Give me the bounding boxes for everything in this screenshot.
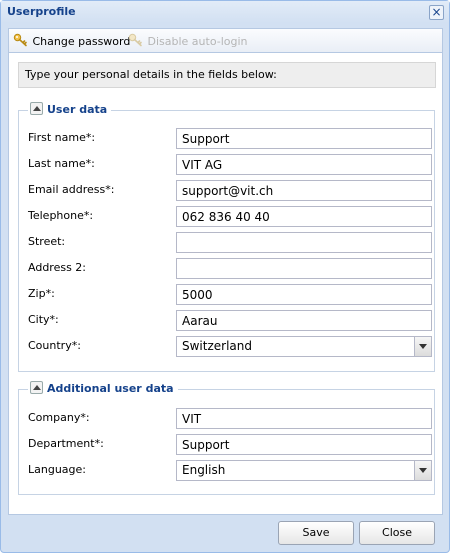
- language-label: Language:: [28, 463, 86, 476]
- language-row: Language: English: [28, 460, 432, 481]
- intro-text: Type your personal details in the fields…: [18, 62, 436, 88]
- first-name-row: First name*:: [28, 128, 432, 149]
- close-icon[interactable]: ×: [429, 5, 444, 20]
- telephone-field[interactable]: [176, 206, 432, 227]
- city-label: City*:: [28, 313, 59, 326]
- user-data-fieldset: User data First name*: Last name*: Email…: [18, 102, 435, 372]
- additional-data-legend: Additional user data: [28, 381, 178, 397]
- last-name-field[interactable]: [176, 154, 432, 175]
- company-label: Company*:: [28, 411, 90, 424]
- first-name-label: First name*:: [28, 131, 96, 144]
- key-icon: [13, 33, 27, 47]
- street-label: Street:: [28, 235, 66, 248]
- country-combo[interactable]: Switzerland: [176, 336, 432, 357]
- chevron-down-icon[interactable]: [414, 461, 431, 480]
- language-value: English: [182, 463, 226, 477]
- telephone-label: Telephone*:: [28, 209, 94, 222]
- form-panel: Type your personal details in the fields…: [8, 52, 443, 515]
- window-titlebar[interactable]: Userprofile ×: [1, 1, 449, 23]
- country-label: Country*:: [28, 339, 81, 352]
- language-combo[interactable]: English: [176, 460, 432, 481]
- zip-row: Zip*:: [28, 284, 432, 305]
- email-label: Email address*:: [28, 183, 115, 196]
- address2-label: Address 2:: [28, 261, 87, 274]
- disable-autologin-button[interactable]: Disable auto-login: [128, 33, 248, 49]
- street-field[interactable]: [176, 232, 432, 253]
- last-name-label: Last name*:: [28, 157, 95, 170]
- company-row: Company*:: [28, 408, 432, 429]
- window-title: Userprofile: [7, 5, 76, 18]
- country-row: Country*: Switzerland: [28, 336, 432, 357]
- userprofile-window: Userprofile × Change password Disable au…: [0, 0, 450, 553]
- country-value: Switzerland: [182, 339, 252, 353]
- toolbar: Change password Disable auto-login: [8, 28, 443, 52]
- address2-row: Address 2:: [28, 258, 432, 279]
- department-row: Department*:: [28, 434, 432, 455]
- email-row: Email address*:: [28, 180, 432, 201]
- change-password-label: Change password: [32, 35, 131, 48]
- email-field[interactable]: [176, 180, 432, 201]
- collapse-icon[interactable]: [30, 102, 43, 115]
- company-field[interactable]: [176, 408, 432, 429]
- save-button[interactable]: Save: [278, 521, 354, 545]
- close-button[interactable]: Close: [359, 521, 435, 545]
- city-row: City*:: [28, 310, 432, 331]
- last-name-row: Last name*:: [28, 154, 432, 175]
- zip-field[interactable]: [176, 284, 432, 305]
- change-password-button[interactable]: Change password: [13, 33, 130, 49]
- chevron-down-icon[interactable]: [414, 337, 431, 356]
- additional-data-fieldset: Additional user data Company*: Departmen…: [18, 381, 435, 495]
- collapse-icon[interactable]: [30, 381, 43, 394]
- department-field[interactable]: [176, 434, 432, 455]
- user-data-legend: User data: [28, 102, 112, 118]
- key-disabled-icon: [128, 33, 142, 47]
- city-field[interactable]: [176, 310, 432, 331]
- additional-data-legend-text: Additional user data: [47, 382, 174, 395]
- street-row: Street:: [28, 232, 432, 253]
- telephone-row: Telephone*:: [28, 206, 432, 227]
- address2-field[interactable]: [176, 258, 432, 279]
- user-data-legend-text: User data: [47, 103, 108, 116]
- disable-autologin-label: Disable auto-login: [147, 35, 248, 48]
- department-label: Department*:: [28, 437, 104, 450]
- first-name-field[interactable]: [176, 128, 432, 149]
- zip-label: Zip*:: [28, 287, 55, 300]
